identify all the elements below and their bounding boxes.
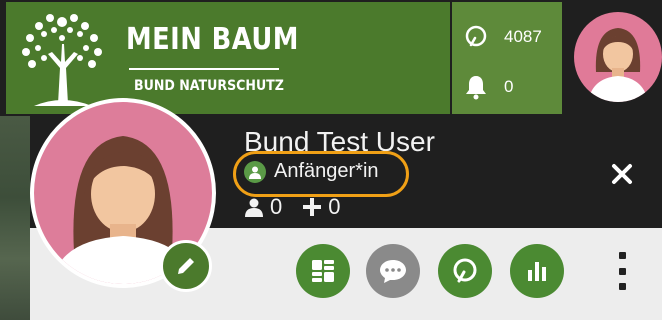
tree-logo-icon [22,14,102,106]
notifications-stat[interactable]: 0 [462,72,562,102]
notifications-count: 0 [504,77,514,96]
leaves-button[interactable] [438,244,492,298]
edit-profile-button[interactable] [160,240,212,292]
leaves-count: 4087 [504,27,542,46]
person-icon [245,198,263,217]
messages-button[interactable] [366,244,420,298]
pencil-icon [178,258,194,274]
list-grid-icon [312,260,334,282]
chat-icon [380,260,406,283]
follow-counts: 0 0 [244,194,361,220]
following-value: 0 [328,194,341,219]
leaf-icon [453,258,477,283]
statistics-button[interactable] [510,244,564,298]
close-icon [612,164,632,184]
stats-panel: 4087 0 [452,2,562,114]
user-avatar-small[interactable] [574,12,662,102]
bell-icon [462,73,490,101]
app-frame: MEIN BAUM BUND NATURSCHUTZ 4087 0 Bund T… [0,0,662,320]
brand-title: MEIN BAUM [126,22,299,57]
brand-area[interactable]: MEIN BAUM BUND NATURSCHUTZ [6,2,450,114]
followers-value: 0 [270,194,283,219]
more-options-icon[interactable] [610,248,634,294]
top-bar: MEIN BAUM BUND NATURSCHUTZ 4087 0 [0,0,662,116]
followers-count[interactable]: 0 [244,194,282,220]
brand-subtitle: BUND NATURSCHUTZ [134,78,284,94]
brand-divider [129,68,279,70]
leaf-icon [462,23,490,51]
level-highlight-annotation [233,151,409,197]
close-button[interactable] [604,156,640,192]
following-count[interactable]: 0 [302,194,341,220]
plus-icon [303,198,322,216]
leaves-stat[interactable]: 4087 [462,22,562,52]
overview-button[interactable] [296,244,350,298]
bar-chart-icon [528,262,546,281]
